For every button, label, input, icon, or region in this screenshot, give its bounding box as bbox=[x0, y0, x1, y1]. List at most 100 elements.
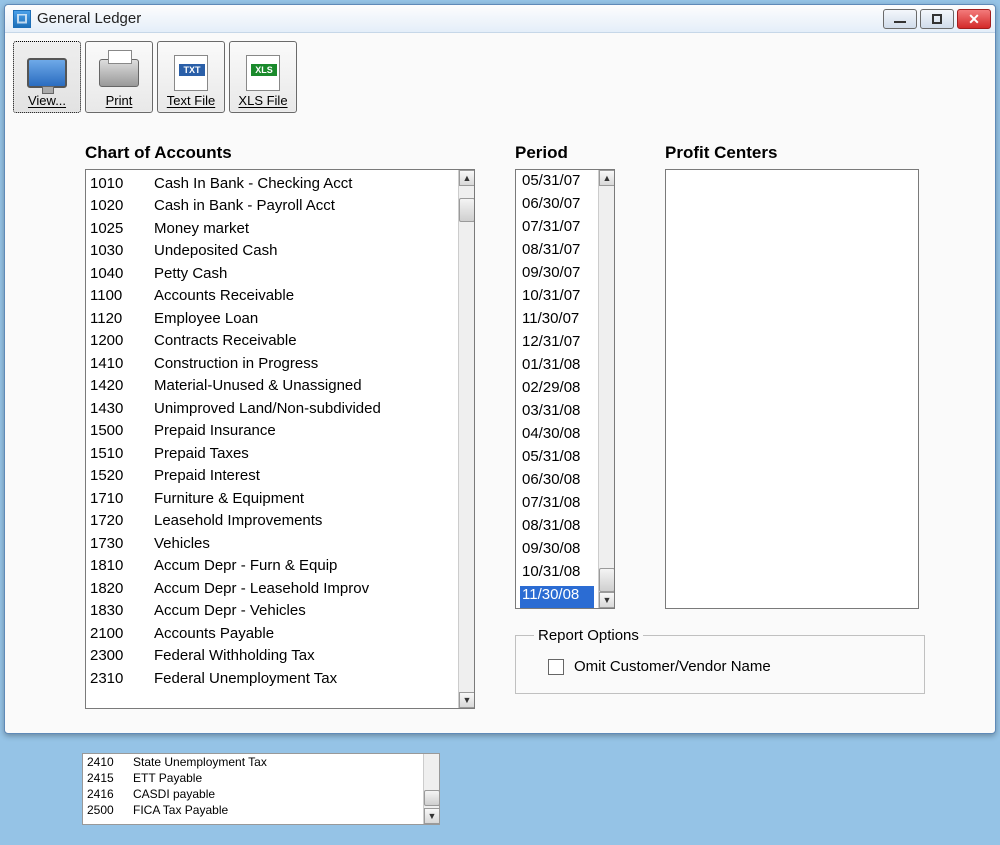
period-row[interactable]: 05/31/07 bbox=[520, 172, 594, 195]
account-code: 1810 bbox=[90, 557, 154, 574]
view-button[interactable]: View... bbox=[13, 41, 81, 113]
account-row[interactable]: 1200Contracts Receivable bbox=[90, 330, 454, 353]
period-row[interactable]: 03/31/08 bbox=[520, 402, 594, 425]
account-name: Material-Unused & Unassigned bbox=[154, 377, 362, 394]
period-row[interactable]: 11/30/07 bbox=[520, 310, 594, 333]
scroll-down-button[interactable]: ▼ bbox=[424, 808, 440, 824]
account-name: Money market bbox=[154, 220, 249, 237]
account-code: 2416 bbox=[87, 787, 133, 801]
period-row[interactable]: 10/31/08 bbox=[520, 563, 594, 586]
period-row[interactable]: 07/31/07 bbox=[520, 218, 594, 241]
period-row[interactable]: 02/29/08 bbox=[520, 379, 594, 402]
text-file-button[interactable]: TXT Text File bbox=[157, 41, 225, 113]
account-row[interactable]: 1030Undeposited Cash bbox=[90, 240, 454, 263]
account-name: Furniture & Equipment bbox=[154, 490, 304, 507]
period-row[interactable]: 08/31/07 bbox=[520, 241, 594, 264]
period-row[interactable]: 10/31/07 bbox=[520, 287, 594, 310]
account-row[interactable]: 1120Employee Loan bbox=[90, 307, 454, 330]
print-button[interactable]: Print bbox=[85, 41, 153, 113]
titlebar: General Ledger ✕ bbox=[5, 5, 995, 33]
scroll-up-button[interactable]: ▲ bbox=[599, 170, 615, 186]
profit-centers-header: Profit Centers bbox=[665, 143, 919, 163]
account-row[interactable]: 1520Prepaid Interest bbox=[90, 465, 454, 488]
account-row[interactable]: 1510Prepaid Taxes bbox=[90, 442, 454, 465]
maximize-button[interactable] bbox=[920, 9, 954, 29]
account-row[interactable]: 2310Federal Unemployment Tax bbox=[90, 667, 454, 690]
account-row[interactable]: 2416CASDI payable bbox=[87, 786, 419, 802]
account-row[interactable]: 2300Federal Withholding Tax bbox=[90, 645, 454, 668]
account-row[interactable]: 1500Prepaid Insurance bbox=[90, 420, 454, 443]
account-row[interactable]: 1020Cash in Bank - Payroll Acct bbox=[90, 195, 454, 218]
account-row[interactable]: 1420Material-Unused & Unassigned bbox=[90, 375, 454, 398]
period-row[interactable]: 08/31/08 bbox=[520, 517, 594, 540]
period-row[interactable]: 12/31/07 bbox=[520, 333, 594, 356]
account-code: 1020 bbox=[90, 197, 154, 214]
close-icon: ✕ bbox=[968, 12, 980, 26]
account-name: Prepaid Interest bbox=[154, 467, 260, 484]
account-code: 2415 bbox=[87, 771, 133, 785]
account-row[interactable]: 1810Accum Depr - Furn & Equip bbox=[90, 555, 454, 578]
account-code: 1500 bbox=[90, 422, 154, 439]
account-code: 1040 bbox=[90, 265, 154, 282]
account-name: Federal Unemployment Tax bbox=[154, 670, 337, 687]
account-row[interactable]: 1710Furniture & Equipment bbox=[90, 487, 454, 510]
account-code: 2300 bbox=[90, 647, 154, 664]
scroll-up-button[interactable]: ▲ bbox=[459, 170, 475, 186]
account-code: 1025 bbox=[90, 220, 154, 237]
account-row[interactable]: 2410State Unemployment Tax bbox=[87, 754, 419, 770]
account-row[interactable]: 1010Cash In Bank - Checking Acct bbox=[90, 172, 454, 195]
period-row[interactable]: 09/30/08 bbox=[520, 540, 594, 563]
accounts-scrollbar[interactable]: ▲ ▼ bbox=[458, 170, 474, 708]
account-row[interactable]: 2100Accounts Payable bbox=[90, 622, 454, 645]
account-code: 1720 bbox=[90, 512, 154, 529]
scroll-thumb[interactable] bbox=[459, 198, 475, 222]
account-row[interactable]: 1820Accum Depr - Leasehold Improv bbox=[90, 577, 454, 600]
account-name: Accum Depr - Furn & Equip bbox=[154, 557, 337, 574]
period-row[interactable]: 11/30/08 bbox=[520, 586, 594, 608]
xls-label: XLS File bbox=[238, 93, 287, 108]
account-row[interactable]: 1730Vehicles bbox=[90, 532, 454, 555]
checkbox-icon[interactable] bbox=[548, 659, 564, 675]
account-row[interactable]: 1100Accounts Receivable bbox=[90, 285, 454, 308]
xls-file-button[interactable]: XLS XLS File bbox=[229, 41, 297, 113]
xls-file-icon: XLS bbox=[246, 55, 280, 91]
account-row[interactable]: 1410Construction in Progress bbox=[90, 352, 454, 375]
period-scrollbar[interactable]: ▲ ▼ bbox=[598, 170, 614, 608]
period-row[interactable]: 09/30/07 bbox=[520, 264, 594, 287]
account-code: 1200 bbox=[90, 332, 154, 349]
account-row[interactable]: 2415ETT Payable bbox=[87, 770, 419, 786]
omit-label: Omit Customer/Vendor Name bbox=[574, 658, 771, 675]
omit-customer-vendor-option[interactable]: Omit Customer/Vendor Name bbox=[534, 658, 906, 675]
period-row[interactable]: 01/31/08 bbox=[520, 356, 594, 379]
account-code: 1820 bbox=[90, 580, 154, 597]
report-options-legend: Report Options bbox=[534, 627, 643, 644]
period-row[interactable]: 04/30/08 bbox=[520, 425, 594, 448]
period-row[interactable]: 07/31/08 bbox=[520, 494, 594, 517]
account-row[interactable]: 1720Leasehold Improvements bbox=[90, 510, 454, 533]
scroll-down-button[interactable]: ▼ bbox=[459, 692, 475, 708]
account-row[interactable]: 1025Money market bbox=[90, 217, 454, 240]
profit-centers-listbox[interactable] bbox=[665, 169, 919, 609]
scroll-thumb[interactable] bbox=[599, 568, 615, 592]
account-row[interactable]: 1830Accum Depr - Vehicles bbox=[90, 600, 454, 623]
account-code: 1520 bbox=[90, 467, 154, 484]
period-row[interactable]: 06/30/08 bbox=[520, 471, 594, 494]
close-button[interactable]: ✕ bbox=[957, 9, 991, 29]
account-row[interactable]: 1040Petty Cash bbox=[90, 262, 454, 285]
account-row[interactable]: 2500FICA Tax Payable bbox=[87, 802, 419, 818]
account-name: Contracts Receivable bbox=[154, 332, 297, 349]
period-row[interactable]: 06/30/07 bbox=[520, 195, 594, 218]
period-row[interactable]: 05/31/08 bbox=[520, 448, 594, 471]
account-name: Federal Withholding Tax bbox=[154, 647, 315, 664]
account-name: Employee Loan bbox=[154, 310, 258, 327]
account-name: Cash In Bank - Checking Acct bbox=[154, 175, 352, 192]
scroll-thumb[interactable] bbox=[424, 790, 440, 806]
bg-scrollbar[interactable]: ▼ bbox=[423, 754, 439, 824]
scroll-down-button[interactable]: ▼ bbox=[599, 592, 615, 608]
account-row[interactable]: 1430Unimproved Land/Non-subdivided bbox=[90, 397, 454, 420]
minimize-button[interactable] bbox=[883, 9, 917, 29]
period-listbox[interactable]: 05/31/0706/30/0707/31/0708/31/0709/30/07… bbox=[515, 169, 615, 609]
account-name: Undeposited Cash bbox=[154, 242, 277, 259]
account-name: Accounts Payable bbox=[154, 625, 274, 642]
accounts-listbox[interactable]: 1010Cash In Bank - Checking Acct1020Cash… bbox=[85, 169, 475, 709]
